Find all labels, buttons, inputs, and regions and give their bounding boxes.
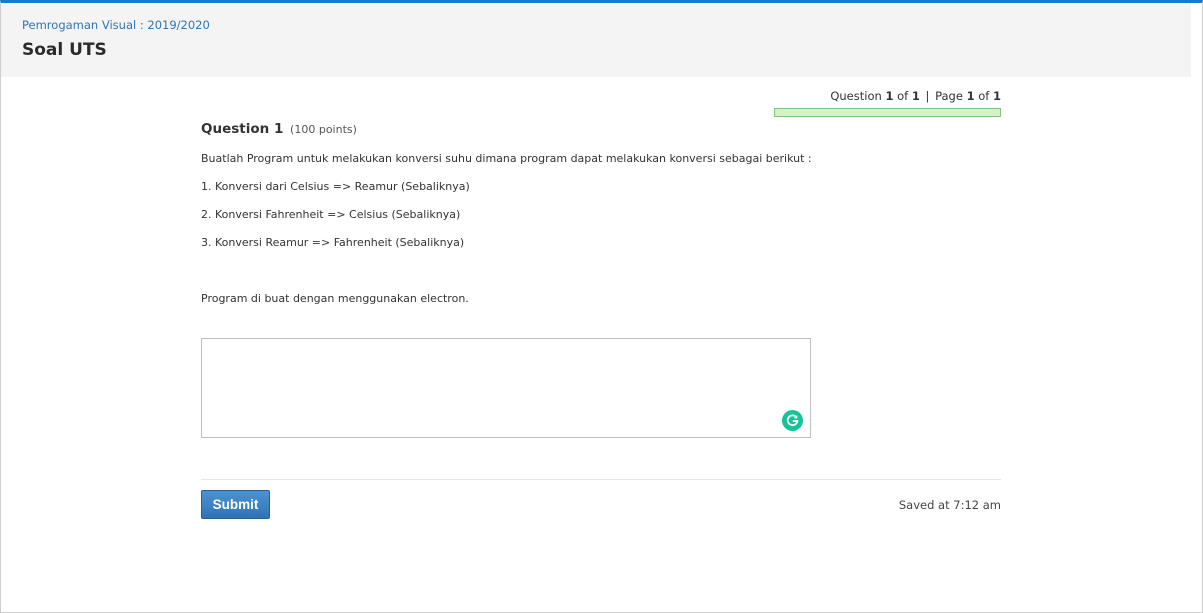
answer-textarea[interactable] (201, 338, 811, 438)
page-of: of (978, 89, 990, 103)
progress-bar (774, 108, 1001, 117)
grammarly-glyph-icon (786, 414, 799, 427)
quiz-window: Pemrogaman Visual : 2019/2020 Soal UTS Q… (0, 0, 1203, 613)
question-note: Program di buat dengan menggunakan elect… (201, 292, 469, 305)
question-total: 1 (911, 89, 920, 103)
page-title: Soal UTS (22, 40, 107, 60)
question-of: of (897, 89, 909, 103)
question-intro: Buatlah Program untuk melakukan konversi… (201, 152, 812, 165)
question-current: 1 (885, 89, 894, 103)
question-label: Question (830, 89, 882, 103)
question-item-3: 3. Konversi Reamur => Fahrenheit (Sebali… (201, 236, 465, 249)
progress-indicator: Question 1 of 1 | Page 1 of 1 (775, 89, 1001, 103)
page-total: 1 (992, 89, 1001, 103)
question-title: Question 1 (201, 121, 284, 137)
saved-status: Saved at 7:12 am (898, 498, 1001, 512)
page-label: Page (935, 89, 963, 103)
page-header: Pemrogaman Visual : 2019/2020 Soal UTS (1, 3, 1191, 77)
question-item-2: 2. Konversi Fahrenheit => Celsius (Sebal… (201, 208, 461, 221)
question-points: (100 points) (290, 123, 357, 136)
course-breadcrumb-link[interactable]: Pemrogaman Visual : 2019/2020 (22, 18, 210, 32)
submit-button[interactable]: Submit (201, 490, 270, 519)
grammarly-icon[interactable] (782, 410, 803, 431)
question-item-1: 1. Konversi dari Celsius => Reamur (Seba… (201, 180, 470, 193)
footer-divider (201, 479, 1001, 480)
page-current: 1 (966, 89, 975, 103)
progress-separator: | (925, 89, 930, 103)
progress-bar-fill (775, 109, 1000, 116)
question-heading: Question 1 (100 points) (201, 121, 357, 137)
